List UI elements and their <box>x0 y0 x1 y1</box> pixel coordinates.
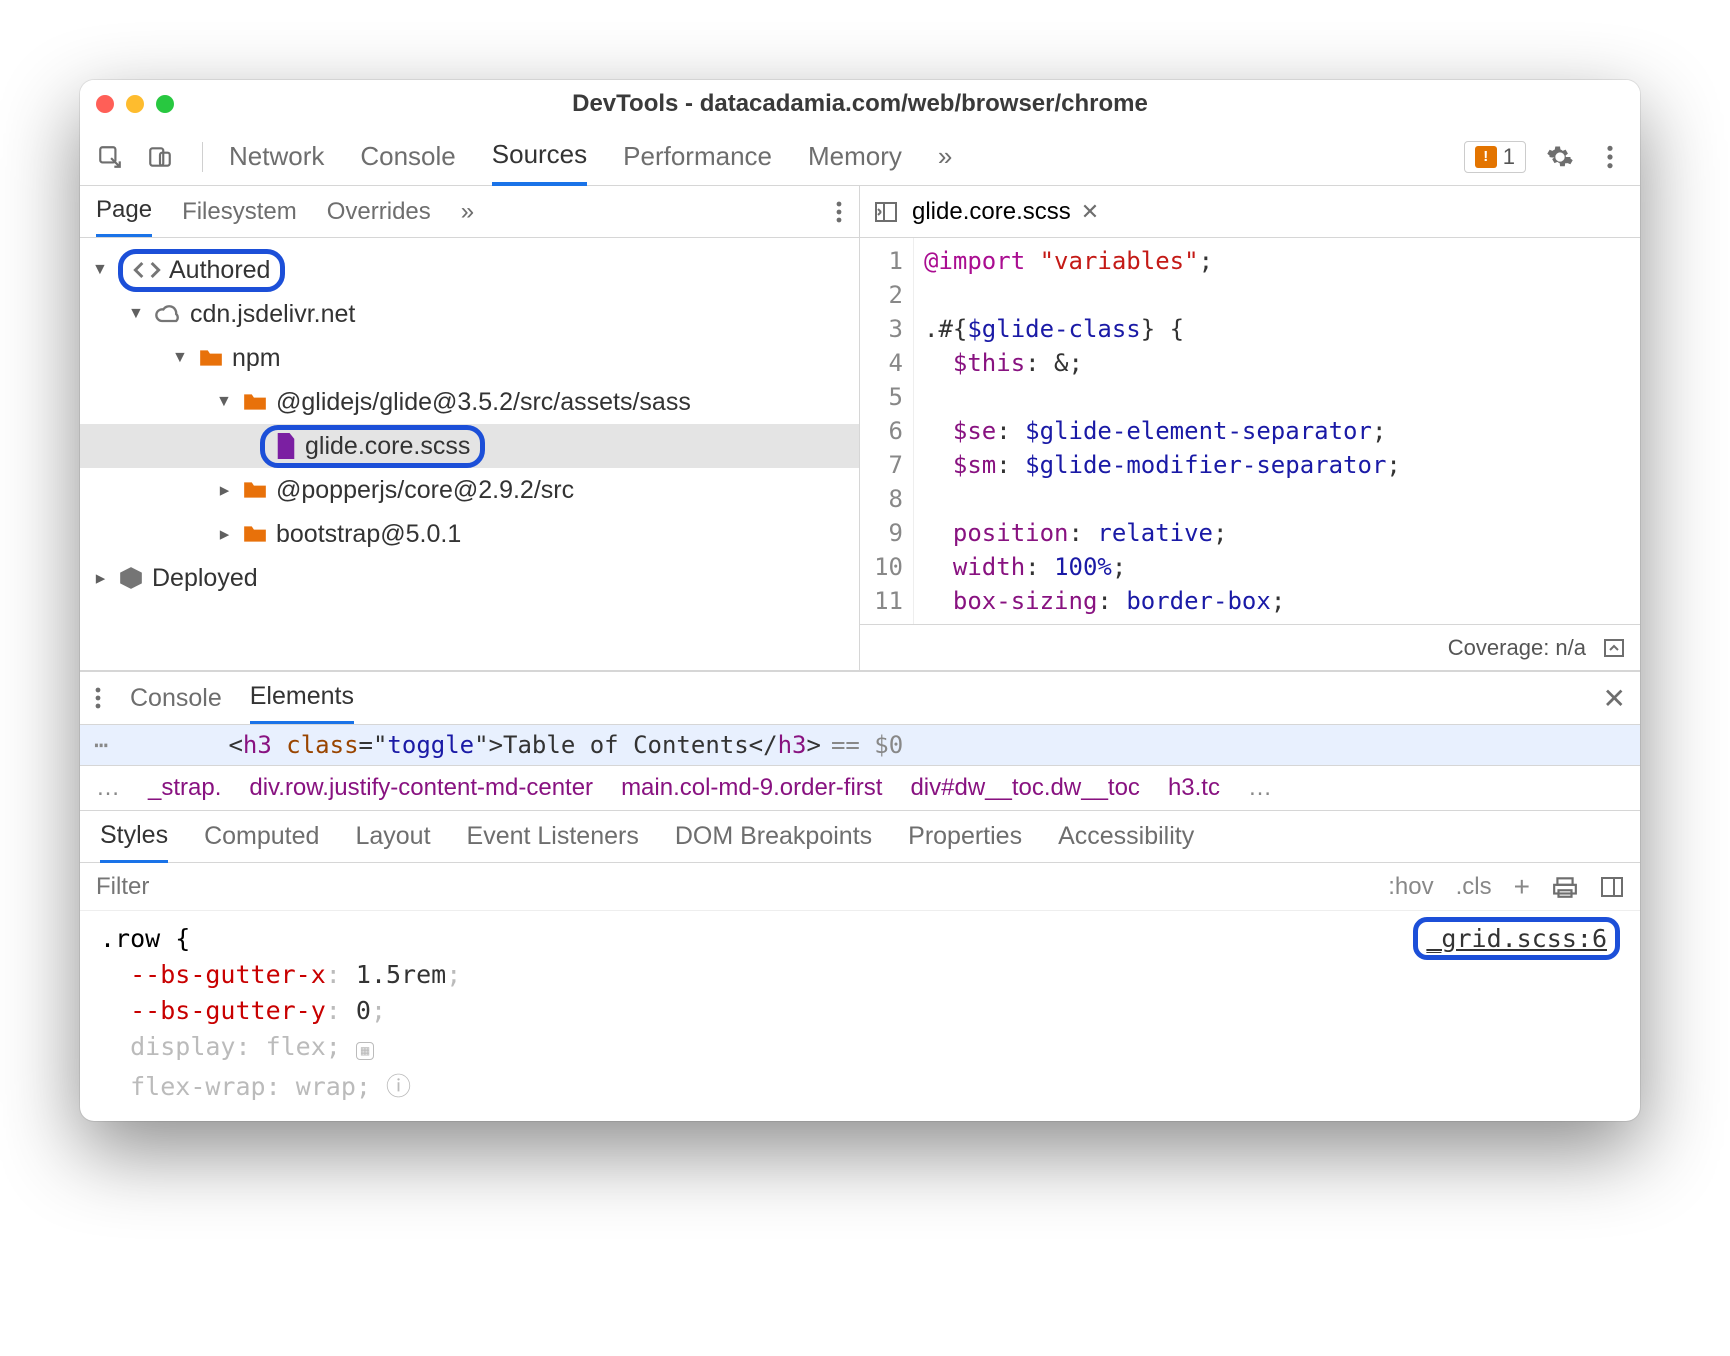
issues-badge[interactable]: ! 1 <box>1464 141 1526 173</box>
tree-popper[interactable]: ▼ @popperjs/core@2.9.2/src <box>80 468 859 512</box>
settings-icon[interactable] <box>1544 141 1576 173</box>
crumb-item[interactable]: div.row.justify-content-md-center <box>249 774 593 802</box>
folder-icon <box>198 348 224 368</box>
rule-selector: .row { <box>100 921 1620 957</box>
source-link[interactable]: _grid.scss:6 <box>1413 921 1620 957</box>
close-tab-icon[interactable]: ✕ <box>1081 199 1099 225</box>
navtab-page[interactable]: Page <box>96 186 152 237</box>
tab-memory[interactable]: Memory <box>808 129 902 184</box>
tab-sources[interactable]: Sources <box>492 127 587 186</box>
navtab-more[interactable]: » <box>461 188 474 236</box>
folder-icon <box>242 480 268 500</box>
scss-file-icon <box>275 433 297 459</box>
tree-authored[interactable]: ▼ Authored <box>80 248 859 292</box>
sources-split: Page Filesystem Overrides » ▼ Authored <box>80 186 1640 671</box>
styles-filter-row: :hov .cls + <box>80 863 1640 911</box>
tree-bootstrap[interactable]: ▼ bootstrap@5.0.1 <box>80 512 859 556</box>
styles-tabs: Styles Computed Layout Event Listeners D… <box>80 811 1640 863</box>
print-icon[interactable] <box>1552 876 1578 898</box>
dom-eq0: == $0 <box>831 731 903 759</box>
window-title: DevTools - datacadamia.com/web/browser/c… <box>80 90 1640 118</box>
navtab-overrides[interactable]: Overrides <box>327 188 431 236</box>
crumb-item[interactable]: main.col-md-9.order-first <box>621 774 882 802</box>
tree-popper-label: @popperjs/core@2.9.2/src <box>276 476 574 505</box>
main-toolbar: Network Console Sources Performance Memo… <box>80 128 1640 186</box>
drawer-tabs: Console Elements ✕ <box>80 671 1640 725</box>
new-rule-icon[interactable]: + <box>1514 871 1530 903</box>
code-editor[interactable]: 1234567891011 @import "variables"; .#{$g… <box>860 238 1640 624</box>
editor-tabs: glide.core.scss ✕ <box>860 186 1640 238</box>
navtab-filesystem[interactable]: Filesystem <box>182 188 297 236</box>
tree-glide-file-label: glide.core.scss <box>305 432 470 461</box>
tabs-overflow[interactable]: » <box>938 129 952 184</box>
tree-deployed-label: Deployed <box>152 564 258 593</box>
styles-filter-input[interactable] <box>96 873 1388 901</box>
tab-network[interactable]: Network <box>229 129 324 184</box>
flex-badge-icon[interactable]: ▦ <box>356 1042 374 1060</box>
panel-tabs: Network Console Sources Performance Memo… <box>229 127 1446 186</box>
tab-accessibility[interactable]: Accessibility <box>1058 822 1194 851</box>
toggle-navigator-icon[interactable] <box>874 201 898 223</box>
drawer-tab-elements[interactable]: Elements <box>250 672 354 724</box>
navigator-menu-icon[interactable] <box>835 200 843 224</box>
titlebar: DevTools - datacadamia.com/web/browser/c… <box>80 80 1640 128</box>
cloud-icon <box>154 304 182 324</box>
close-drawer-icon[interactable]: ✕ <box>1603 682 1626 715</box>
tab-dom-breakpoints[interactable]: DOM Breakpoints <box>675 822 872 851</box>
sidebar-toggle-icon[interactable] <box>1600 876 1624 898</box>
coverage-label: Coverage: n/a <box>1448 635 1586 661</box>
folder-icon <box>242 392 268 412</box>
file-tree: ▼ Authored ▼ cdn.jsdelivr.net <box>80 238 859 614</box>
cls-toggle[interactable]: .cls <box>1456 873 1492 901</box>
tree-glide-file[interactable]: glide.core.scss <box>80 424 859 468</box>
tab-console[interactable]: Console <box>360 129 455 184</box>
dom-breadcrumb[interactable]: … _strap. div.row.justify-content-md-cen… <box>80 766 1640 811</box>
devtools-window: DevTools - datacadamia.com/web/browser/c… <box>80 80 1640 1121</box>
tree-bootstrap-label: bootstrap@5.0.1 <box>276 520 461 549</box>
navigator-tabs: Page Filesystem Overrides » <box>80 186 859 238</box>
tab-properties[interactable]: Properties <box>908 822 1022 851</box>
device-toggle-icon[interactable] <box>144 141 176 173</box>
styles-rule[interactable]: _grid.scss:6 .row { --bs-gutter-x: 1.5re… <box>80 911 1640 1121</box>
tab-layout[interactable]: Layout <box>355 822 430 851</box>
tab-event-listeners[interactable]: Event Listeners <box>467 822 639 851</box>
info-icon[interactable]: ⓘ <box>386 1072 411 1101</box>
tree-cdn-label: cdn.jsdelivr.net <box>190 300 355 329</box>
drawer-menu-icon[interactable] <box>94 686 102 710</box>
tree-glide-path-label: @glidejs/glide@3.5.2/src/assets/sass <box>276 388 691 417</box>
editor-tab-glide[interactable]: glide.core.scss ✕ <box>912 198 1099 226</box>
editor-pane: glide.core.scss ✕ 1234567891011 @import … <box>860 186 1640 670</box>
editor-tab-label: glide.core.scss <box>912 198 1071 226</box>
tab-performance[interactable]: Performance <box>623 129 772 184</box>
coverage-bar: Coverage: n/a <box>860 624 1640 670</box>
crumb-item[interactable]: div#dw__toc.dw__toc <box>910 774 1139 802</box>
cube-icon <box>118 565 144 591</box>
dom-ellipsis: ⋯ <box>94 731 108 759</box>
tree-cdn[interactable]: ▼ cdn.jsdelivr.net <box>80 292 859 336</box>
crumb-item[interactable]: h3.tc <box>1168 774 1220 802</box>
tree-authored-label: Authored <box>169 256 270 285</box>
tree-deployed[interactable]: ▼ Deployed <box>80 556 859 600</box>
tree-glide-folder[interactable]: ▼ @glidejs/glide@3.5.2/src/assets/sass <box>80 380 859 424</box>
dom-selected-element[interactable]: ⋯ <h3 class="toggle">Table of Contents</… <box>80 725 1640 766</box>
folder-icon <box>242 524 268 544</box>
tree-npm-label: npm <box>232 344 281 373</box>
issues-count: 1 <box>1503 144 1515 170</box>
hov-toggle[interactable]: :hov <box>1388 873 1433 901</box>
line-gutter: 1234567891011 <box>860 238 914 624</box>
crumb-item[interactable]: _strap. <box>148 774 221 802</box>
code-icon <box>133 259 161 281</box>
collapse-icon[interactable] <box>1602 637 1626 659</box>
drawer-tab-console[interactable]: Console <box>130 674 222 723</box>
tree-npm[interactable]: ▼ npm <box>80 336 859 380</box>
code-content: @import "variables"; .#{$glide-class} { … <box>914 238 1411 624</box>
navigator-pane: Page Filesystem Overrides » ▼ Authored <box>80 186 860 670</box>
inspect-element-icon[interactable] <box>94 141 126 173</box>
kebab-menu-icon[interactable] <box>1594 141 1626 173</box>
tab-styles[interactable]: Styles <box>100 811 168 863</box>
tab-computed[interactable]: Computed <box>204 822 319 851</box>
